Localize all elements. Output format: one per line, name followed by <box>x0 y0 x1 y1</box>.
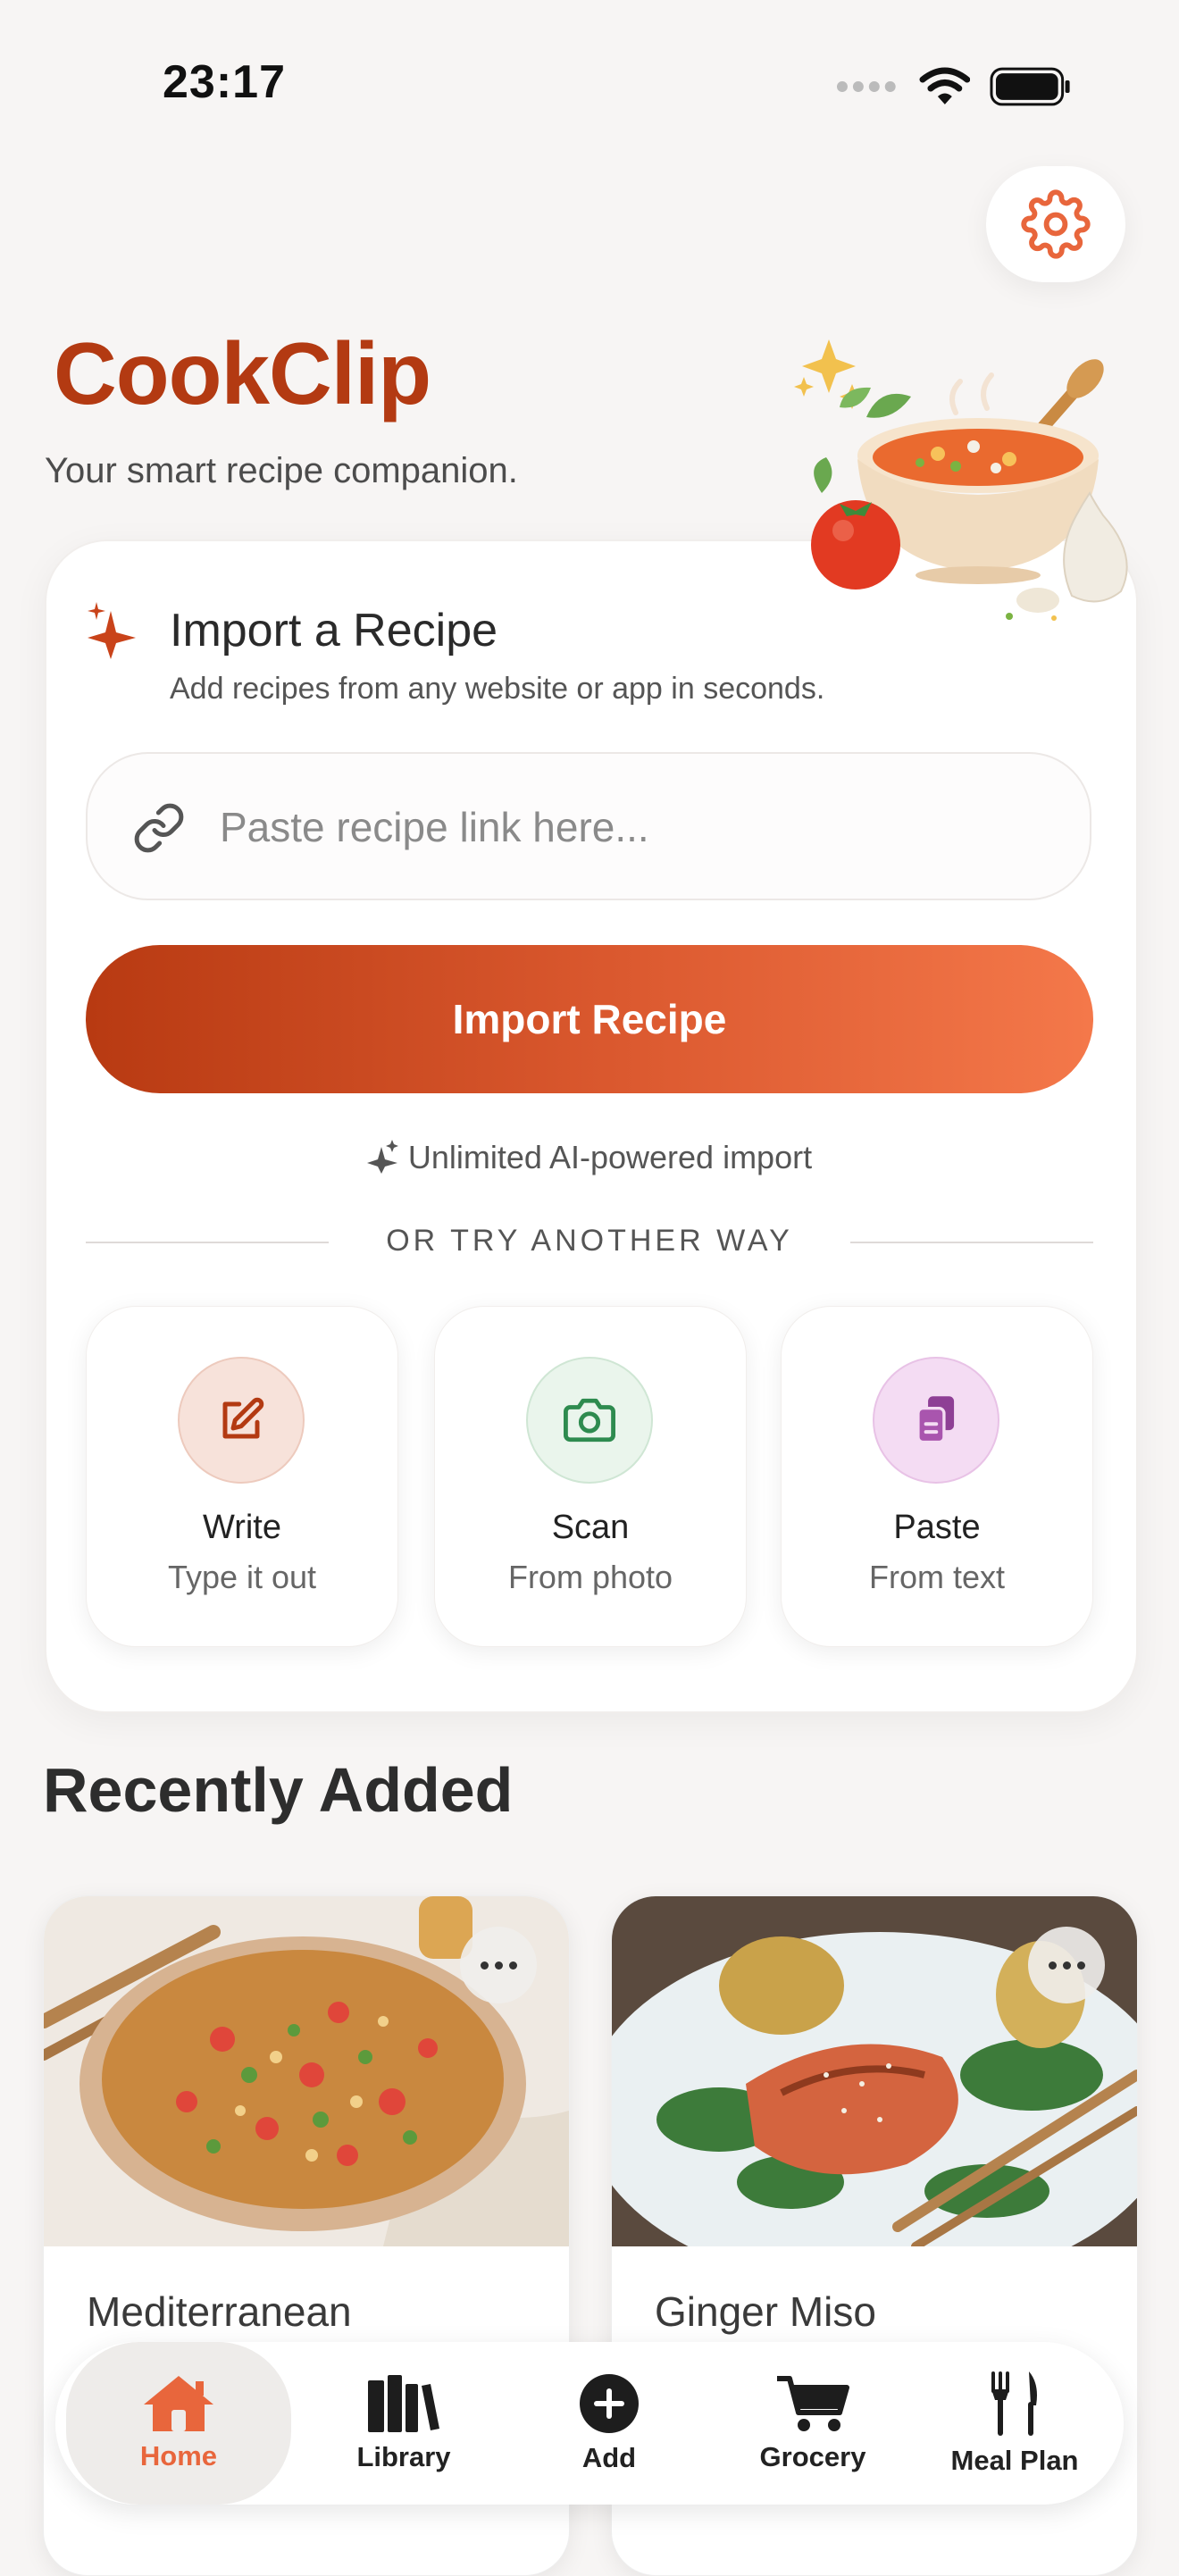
tab-library-label: Library <box>356 2441 451 2472</box>
tab-grocery[interactable]: Grocery <box>723 2342 902 2505</box>
fork-knife-icon <box>991 2371 1037 2436</box>
tab-meal-plan-label: Meal Plan <box>950 2445 1079 2476</box>
write-icon-circle <box>178 1357 305 1484</box>
ai-import-note: Unlimited AI-powered import <box>0 1139 1179 1176</box>
tab-home-label: Home <box>139 2440 218 2471</box>
recipe-link-field[interactable] <box>86 752 1091 900</box>
scan-option-title: Scan <box>551 1509 630 1546</box>
link-icon <box>134 803 184 853</box>
dot <box>1076 1961 1085 1970</box>
tab-meal-plan[interactable]: Meal Plan <box>916 2342 1113 2505</box>
tab-home[interactable]: Home <box>66 2342 291 2505</box>
more-options-button[interactable] <box>1028 1927 1105 2003</box>
dot <box>1048 1961 1057 1970</box>
sparkles-icon <box>366 1140 398 1174</box>
divider-line-right <box>850 1242 1093 1243</box>
battery-icon <box>990 67 1070 106</box>
books-icon <box>368 2375 439 2432</box>
sparkle-icon <box>88 602 136 659</box>
tab-add[interactable]: Add <box>520 2342 698 2505</box>
dot <box>1062 1961 1071 1970</box>
paste-option-button[interactable]: Paste From text <box>781 1306 1093 1647</box>
scan-option-subtitle: From photo <box>507 1559 673 1595</box>
app-title: CookClip <box>54 324 431 422</box>
tab-bar: Home Library Add Grocery Meal Plan <box>55 2342 1124 2505</box>
settings-button[interactable] <box>986 166 1125 282</box>
cart-icon <box>777 2376 849 2431</box>
import-recipe-button[interactable]: Import Recipe <box>86 945 1093 1093</box>
gear-icon <box>1021 189 1091 259</box>
tab-add-label: Add <box>581 2442 637 2473</box>
wifi-icon <box>919 67 970 105</box>
tab-grocery-label: Grocery <box>759 2441 866 2472</box>
recently-added-heading: Recently Added <box>43 1755 514 1825</box>
edit-icon <box>222 1397 264 1439</box>
paste-option-subtitle: From text <box>868 1559 1005 1595</box>
tab-library[interactable]: Library <box>314 2342 493 2505</box>
dot <box>494 1961 503 1970</box>
scan-option-button[interactable]: Scan From photo <box>434 1306 747 1647</box>
recipe-link-input[interactable] <box>218 754 1061 900</box>
write-option-subtitle: Type it out <box>167 1559 317 1595</box>
recipe-title: Ginger Miso <box>655 2288 876 2335</box>
status-time: 23:17 <box>163 56 286 108</box>
clipboard-icon <box>916 1396 955 1444</box>
home-icon <box>144 2376 213 2431</box>
dot <box>508 1961 517 1970</box>
write-option-title: Write <box>203 1509 281 1546</box>
scan-icon-circle <box>526 1357 653 1484</box>
dot <box>480 1961 489 1970</box>
app-tagline: Your smart recipe companion. <box>45 451 518 490</box>
soup-bowl-illustration <box>794 339 1128 621</box>
status-indicators <box>835 66 1072 107</box>
import-title: Import a Recipe <box>170 605 498 657</box>
import-subtitle: Add recipes from any website or app in s… <box>170 672 825 706</box>
more-options-button[interactable] <box>460 1927 537 2003</box>
paste-icon-circle <box>873 1357 999 1484</box>
camera-icon <box>564 1398 615 1443</box>
paste-option-title: Paste <box>893 1509 981 1546</box>
signal-icon <box>836 81 896 92</box>
add-circle-icon <box>580 2374 639 2433</box>
recipe-title: Mediterranean <box>87 2288 352 2335</box>
ai-import-note-text: Unlimited AI-powered import <box>407 1139 813 1175</box>
write-option-button[interactable]: Write Type it out <box>86 1306 398 1647</box>
